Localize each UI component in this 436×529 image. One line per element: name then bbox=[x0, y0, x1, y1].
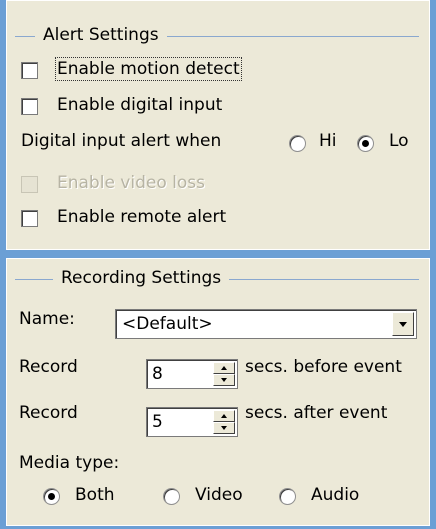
record-after-spin-up[interactable] bbox=[213, 410, 235, 422]
radio-audio[interactable] bbox=[279, 488, 296, 505]
record-before-spin-down[interactable] bbox=[213, 374, 235, 386]
record-after-suffix: secs. after event bbox=[245, 403, 388, 423]
digital-input-alert-row: Digital input alert when Hi Lo bbox=[21, 131, 421, 155]
record-before-spin-buttons[interactable] bbox=[213, 362, 235, 386]
motion-detect-label: Enable motion detect bbox=[55, 57, 242, 81]
radio-lo-label[interactable]: Lo bbox=[389, 131, 409, 151]
digital-input-label: Enable digital input bbox=[57, 95, 223, 115]
record-before-suffix: secs. before event bbox=[245, 357, 402, 377]
record-after-spinner[interactable]: 5 bbox=[146, 407, 238, 437]
remote-alert-label: Enable remote alert bbox=[57, 207, 227, 227]
recording-settings-panel: Recording Settings Name: <Default> Recor… bbox=[6, 258, 430, 526]
radio-both[interactable] bbox=[43, 488, 60, 505]
record-before-value[interactable]: 8 bbox=[152, 364, 163, 384]
name-label: Name: bbox=[19, 309, 75, 329]
remote-alert-checkbox-box[interactable] bbox=[21, 210, 38, 227]
name-combobox[interactable]: <Default> bbox=[115, 309, 417, 339]
radio-audio-label[interactable]: Audio bbox=[311, 485, 359, 505]
radio-video-label[interactable]: Video bbox=[195, 485, 243, 505]
motion-detect-checkbox-box[interactable] bbox=[21, 62, 38, 79]
radio-both-selected-dot bbox=[48, 493, 55, 500]
arrow-down-icon bbox=[221, 426, 227, 430]
arrow-up-icon bbox=[221, 366, 227, 370]
alert-settings-panel: Alert Settings Enable motion detect Enab… bbox=[6, 0, 430, 250]
name-dropdown-button[interactable] bbox=[392, 312, 414, 336]
radio-video[interactable] bbox=[163, 488, 180, 505]
video-loss-checkbox-box bbox=[21, 176, 38, 193]
alert-settings-legend: Alert Settings bbox=[35, 25, 167, 45]
radio-lo[interactable] bbox=[357, 135, 374, 152]
record-after-spin-down[interactable] bbox=[213, 422, 235, 434]
chevron-down-icon bbox=[399, 322, 407, 327]
digital-input-checkbox-box[interactable] bbox=[21, 98, 38, 115]
radio-hi-label[interactable]: Hi bbox=[319, 131, 337, 151]
recording-settings-legend: Recording Settings bbox=[53, 268, 230, 288]
record-before-spin-up[interactable] bbox=[213, 362, 235, 374]
radio-hi[interactable] bbox=[289, 135, 306, 152]
record-after-value[interactable]: 5 bbox=[152, 412, 163, 432]
digital-input-alert-label: Digital input alert when bbox=[21, 131, 222, 151]
name-combobox-value: <Default> bbox=[122, 314, 213, 334]
record-before-spinner[interactable]: 8 bbox=[146, 359, 238, 389]
record-after-label: Record bbox=[19, 403, 78, 423]
video-loss-label: Enable video loss bbox=[57, 173, 205, 193]
record-after-spin-buttons[interactable] bbox=[213, 410, 235, 434]
media-type-label: Media type: bbox=[19, 453, 120, 473]
radio-both-label[interactable]: Both bbox=[75, 485, 115, 505]
media-type-radio-group: Both Video Audio bbox=[19, 485, 419, 509]
record-before-label: Record bbox=[19, 357, 78, 377]
arrow-down-icon bbox=[221, 378, 227, 382]
arrow-up-icon bbox=[221, 414, 227, 418]
radio-lo-selected-dot bbox=[362, 140, 369, 147]
